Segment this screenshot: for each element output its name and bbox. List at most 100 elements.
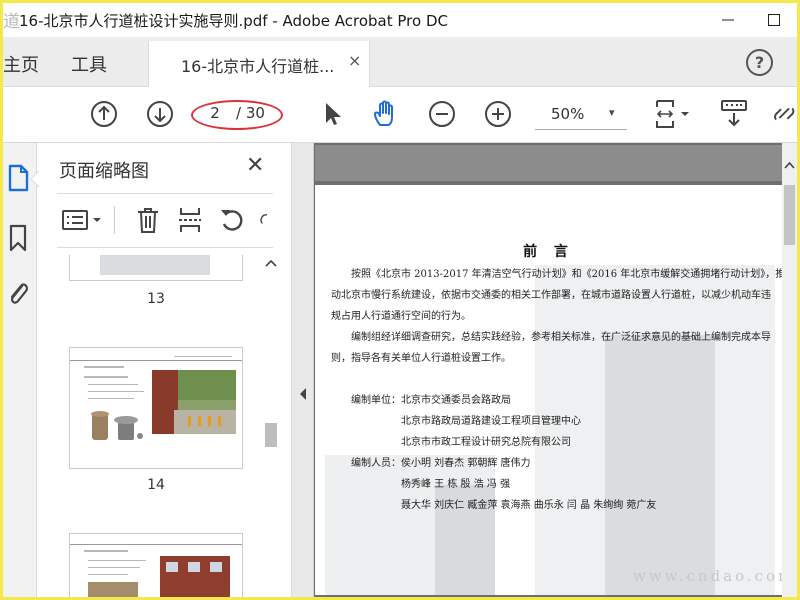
minimize-button[interactable] bbox=[705, 3, 751, 37]
window-title: 16-北京市人行道桩设计实施导则.pdf - Adobe Acrobat Pro… bbox=[19, 12, 448, 30]
thumbnail-scrollbar[interactable] bbox=[263, 255, 279, 595]
building-photo bbox=[160, 556, 230, 597]
thumbnail-text-line bbox=[84, 366, 124, 368]
fit-page-button[interactable] bbox=[651, 99, 695, 129]
maximize-button[interactable] bbox=[751, 3, 797, 37]
rotate-clockwise-button[interactable] bbox=[259, 205, 275, 235]
paragraph-line: 规占用人行道通行空间的行为。 bbox=[331, 311, 471, 322]
plus-circle-icon bbox=[485, 101, 511, 127]
keyboard-down-icon bbox=[721, 100, 747, 127]
collapse-panel-strip[interactable] bbox=[292, 143, 314, 597]
paragraph-line: 动北京市慢行系统建设，依据市交通委的相关工作部署，在城市道路设置人行道桩，以减少… bbox=[331, 290, 771, 301]
paragraph-line: 按照《北京市 2013-2017 年清洁空气行动计划》和《2016 年北京市缓解… bbox=[351, 269, 782, 280]
scrollbar-thumb[interactable] bbox=[265, 423, 277, 447]
author-line: 聂大华 刘庆仁 臧金萍 袁海燕 曲乐永 闫 晶 朱绚绚 菀广友 bbox=[401, 500, 657, 511]
zoom-in-button[interactable] bbox=[483, 99, 513, 129]
compiler-line: 北京市交通委员会路政局 bbox=[401, 395, 511, 406]
pdf-page: 前 言 按照《北京市 2013-2017 年清洁空气行动计划》和《2016 年北… bbox=[315, 185, 782, 595]
tab-document[interactable]: 16-北京市人行道桩... × bbox=[148, 41, 370, 87]
cursor-arrow-icon bbox=[326, 103, 341, 125]
street-photo bbox=[152, 370, 236, 434]
thumbnail-text-line bbox=[88, 391, 144, 392]
authors-label: 编制人员： bbox=[351, 458, 401, 469]
tab-home[interactable]: 主页 bbox=[3, 51, 39, 77]
chevron-down-icon: ▾ bbox=[609, 106, 615, 119]
scroll-up-arrow-icon[interactable] bbox=[784, 161, 795, 169]
rotate-left-icon bbox=[221, 210, 243, 231]
bookmarks-button[interactable] bbox=[5, 223, 31, 253]
toolbar-separator bbox=[113, 205, 115, 235]
thumbnail-text-line bbox=[88, 574, 128, 575]
next-page-button[interactable] bbox=[145, 99, 175, 129]
thumbnail-page-13[interactable] bbox=[69, 255, 243, 281]
bookmark-icon bbox=[9, 224, 27, 252]
panel-close-button[interactable]: ✕ bbox=[246, 153, 264, 178]
thumbnail-rule bbox=[70, 360, 242, 361]
scroll-up-arrow-icon[interactable] bbox=[265, 259, 277, 267]
thumbnail-text-line bbox=[88, 398, 134, 399]
collapse-left-icon[interactable] bbox=[298, 387, 308, 401]
thumbnail-label-14: 14 bbox=[147, 477, 165, 493]
previous-page-edge bbox=[315, 145, 782, 181]
trash-icon bbox=[138, 208, 158, 233]
thumbnail-page-14[interactable] bbox=[69, 347, 243, 469]
thumbnail-text-line bbox=[84, 550, 128, 552]
thumbnail-label-13: 13 bbox=[147, 291, 165, 307]
scroll-mode-button[interactable] bbox=[719, 99, 749, 129]
options-menu-icon bbox=[62, 210, 101, 230]
link-button[interactable] bbox=[773, 99, 797, 129]
page-thumbnails-panel: 页面缩略图 ✕ 13 14 bbox=[31, 143, 292, 597]
previous-page-button[interactable] bbox=[89, 99, 119, 129]
maximize-icon bbox=[768, 14, 780, 26]
compiler-line: 北京市路政局道路建设工程项目管理中心 bbox=[401, 416, 581, 427]
paperclip-icon bbox=[10, 283, 29, 304]
compilers-label: 编制单位： bbox=[351, 395, 401, 406]
author-line: 杨秀峰 王 栋 殷 浩 冯 强 bbox=[401, 479, 511, 490]
thumbnail-page-15[interactable] bbox=[69, 533, 243, 597]
left-navigation-rail bbox=[3, 143, 37, 597]
page-thumbnails-button[interactable] bbox=[5, 163, 31, 193]
thumbnail-text-line bbox=[174, 356, 232, 357]
tab-tools[interactable]: 工具 bbox=[71, 51, 107, 77]
fit-page-icon bbox=[656, 100, 689, 128]
compiler-line: 北京市市政工程设计研究总院有限公司 bbox=[401, 437, 571, 448]
rotate-counterclockwise-button[interactable] bbox=[217, 205, 247, 235]
document-viewer: 前 言 按照《北京市 2013-2017 年清洁空气行动计划》和《2016 年北… bbox=[292, 143, 797, 597]
page-heading: 前 言 bbox=[523, 244, 574, 260]
select-tool-button[interactable] bbox=[317, 99, 347, 129]
toolbar: 2 / 30 50% ▾ bbox=[3, 87, 797, 143]
thumbnail-text-line bbox=[84, 376, 128, 378]
thumbnail-text-line bbox=[88, 560, 146, 561]
bollard-illustration bbox=[91, 411, 143, 440]
hand-tool-button[interactable] bbox=[371, 99, 401, 129]
arrow-down-circle-icon bbox=[147, 101, 173, 127]
panel-title: 页面缩略图 bbox=[59, 161, 149, 182]
scrollbar-thumb[interactable] bbox=[784, 185, 795, 245]
delete-page-button[interactable] bbox=[133, 205, 163, 235]
zoom-out-button[interactable] bbox=[427, 99, 457, 129]
panel-divider bbox=[57, 247, 273, 248]
zoom-select[interactable]: 50% ▾ bbox=[535, 100, 627, 130]
zoom-value: 50% bbox=[551, 105, 585, 123]
hand-icon bbox=[374, 100, 393, 126]
help-button[interactable]: ? bbox=[746, 49, 773, 76]
link-icon bbox=[774, 107, 795, 121]
author-line: 侯小明 刘春杰 郭朝辉 唐伟力 bbox=[401, 458, 531, 469]
thumbnail-options-button[interactable] bbox=[59, 205, 107, 235]
watermark: www.cndao.com bbox=[633, 567, 782, 585]
tab-bar: 主页 工具 16-北京市人行道桩... × ? bbox=[3, 37, 797, 87]
attachments-button[interactable] bbox=[5, 279, 31, 309]
insert-page-icon bbox=[179, 208, 201, 232]
thumbnail-image bbox=[100, 255, 210, 275]
page-thumbnails-icon bbox=[8, 164, 29, 192]
background-photo bbox=[605, 335, 715, 595]
tab-close-button[interactable]: × bbox=[348, 51, 361, 70]
minimize-icon bbox=[722, 19, 734, 21]
thumbnail-text-line bbox=[88, 384, 138, 385]
insert-page-button[interactable] bbox=[175, 205, 205, 235]
rotate-right-icon bbox=[260, 214, 268, 224]
paragraph-line: 则，指导各有关单位人行道桩设置工作。 bbox=[331, 353, 511, 364]
panel-divider bbox=[57, 193, 273, 194]
document-scrollbar[interactable] bbox=[782, 143, 797, 597]
paragraph-line: 编制组经详细调查研究，总结实践经验，参考相关标准，在广泛征求意见的基础上编制完成… bbox=[351, 332, 771, 343]
